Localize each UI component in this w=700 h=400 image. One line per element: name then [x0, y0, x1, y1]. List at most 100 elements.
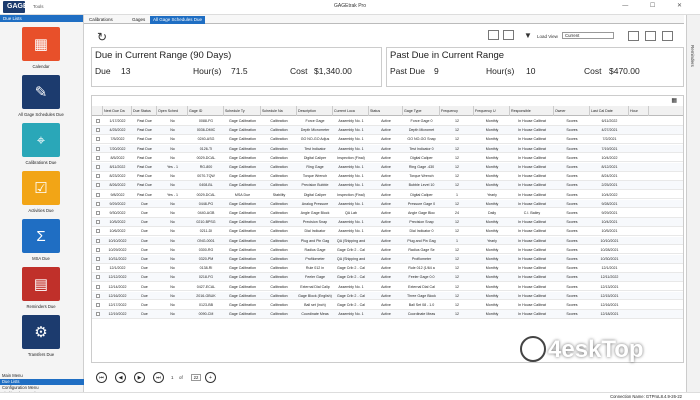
row-checkbox[interactable]: [96, 119, 100, 123]
sidebar-item-transfers-due[interactable]: ⚙ Transfers Due: [0, 313, 82, 361]
load-view-select[interactable]: Current: [562, 32, 614, 39]
column-header[interactable]: Schedule Na: [261, 106, 297, 116]
table-cell: 12: [455, 303, 459, 307]
row-checkbox[interactable]: [96, 247, 100, 252]
row-checkbox[interactable]: [96, 183, 100, 188]
sidebar-item-calibrations-due[interactable]: ⌖ Calibrations Due: [0, 121, 82, 169]
table-row[interactable]: 8/11/2022 Past Due Yes - 1 RG-800 Gage Calib…: [92, 163, 683, 172]
column-header[interactable]: Last Cal Date: [590, 106, 629, 116]
table-row[interactable]: 10/31/2022 Due No 0320-PM Gage Calibration Ca…: [92, 255, 683, 264]
table-cell: Active: [381, 238, 391, 243]
column-header[interactable]: Hour: [629, 106, 649, 116]
row-checkbox[interactable]: [96, 201, 100, 206]
column-header[interactable]: Next Due Da: [103, 106, 132, 116]
row-checkbox[interactable]: [96, 192, 100, 197]
row-checkbox[interactable]: [96, 266, 100, 271]
new-view-icon[interactable]: [645, 31, 656, 41]
column-header[interactable]: Status: [369, 106, 403, 116]
grid-view-icon[interactable]: [488, 30, 499, 40]
row-checkbox[interactable]: [96, 257, 100, 261]
table-row[interactable]: 9/30/2022 Due No 0440-AGB Gage Calibration Ca…: [92, 209, 683, 218]
table-row[interactable]: 12/1/2022 Due No 0138-RI Gage Calibration Cal…: [92, 264, 683, 273]
table-cell: 0320-PM: [198, 257, 214, 261]
table-row[interactable]: 10/6/2022 Due No 0211-DI Gage Calibration Cal…: [92, 227, 683, 236]
filter-icon[interactable]: ▼: [524, 31, 532, 40]
table-row[interactable]: 8/26/2022 Past Due No 0408-BL Gage Calibrati…: [92, 181, 683, 190]
column-header[interactable]: Frequency U: [474, 106, 510, 116]
table-cell: 12: [455, 229, 459, 234]
column-header[interactable]: Responsible: [510, 106, 554, 116]
table-row[interactable]: 7/20/2022 Past Due No 0126-TI Gage Calibrati…: [92, 144, 683, 154]
row-checkbox[interactable]: [96, 293, 100, 298]
tab-calibrations[interactable]: Calibrations: [86, 16, 116, 24]
row-checkbox[interactable]: [96, 174, 100, 179]
select-all-column[interactable]: [92, 106, 103, 116]
table-row[interactable]: 10/29/2022 Due No 0300-RG Gage Calibration Ca…: [92, 246, 683, 255]
column-header[interactable]: Gage ID: [188, 106, 224, 116]
add-record-button[interactable]: +: [205, 372, 216, 383]
sidebar-item-label: Calibrations Due: [25, 160, 57, 165]
first-page-button[interactable]: ⏮: [96, 372, 107, 383]
table-row[interactable]: 8/5/2022 Past Due No 0029-DCAL Gage Calibrat…: [92, 154, 683, 163]
table-cell: Past Due: [137, 183, 152, 188]
table-row[interactable]: 8/23/2022 Past Due No 0070-TQW Gage Calibrat…: [92, 172, 683, 181]
table-row[interactable]: 9/29/2022 Due No 0448-PG Gage Calibration Cal…: [92, 199, 683, 209]
prev-page-button[interactable]: ◀: [115, 372, 126, 383]
table-row[interactable]: 12/17/2022 Due No 0123-BB Gage Calibration Ca…: [92, 301, 683, 310]
column-chooser-icon[interactable]: ▦: [671, 97, 677, 104]
row-checkbox[interactable]: [96, 165, 100, 169]
column-header[interactable]: Current Loca: [333, 106, 369, 116]
tab-gages[interactable]: Gages: [129, 16, 148, 24]
reminders-panel[interactable]: Reminders: [686, 15, 700, 400]
column-header[interactable]: Frequency: [440, 106, 474, 116]
row-checkbox[interactable]: [96, 303, 100, 307]
sidebar-item-msa-due[interactable]: Σ MSA Due: [0, 217, 82, 265]
table-row[interactable]: 9/8/2022 Past Due Yes - 1 0029-DCAL MSA Due S…: [92, 191, 683, 200]
row-checkbox[interactable]: [96, 229, 100, 234]
table-cell: Gage Calibration: [229, 119, 256, 123]
row-checkbox[interactable]: [96, 312, 100, 317]
table-row[interactable]: 12/16/2022 Due No 2016-GBUK Gage Calibration…: [92, 291, 683, 301]
row-checkbox[interactable]: [96, 146, 100, 151]
table-cell: Scores: [566, 312, 578, 317]
page-total[interactable]: 22: [191, 374, 201, 381]
row-checkbox[interactable]: [96, 238, 100, 243]
row-checkbox[interactable]: [96, 128, 100, 133]
table-cell: 0090-CM: [198, 312, 214, 317]
row-checkbox[interactable]: [96, 284, 100, 289]
column-header[interactable]: Gage Type: [403, 106, 440, 116]
table-row[interactable]: 1/17/2022 Past Due No 0088-FG Gage Calibrati…: [92, 117, 683, 126]
tab-all-gage-schedules-due[interactable]: All Gage Schedules Due: [150, 16, 206, 24]
sidebar-item-activities-due[interactable]: ☑ Activities Due: [0, 169, 82, 217]
sidebar-item-calendar[interactable]: ▦ Calendar: [0, 25, 82, 73]
column-header[interactable]: Description: [297, 106, 333, 116]
table-row[interactable]: 10/10/2022 Due No ONG-0001 Gage Calibration C…: [92, 236, 683, 246]
column-header[interactable]: Due Status: [132, 106, 157, 116]
table-cell: Calibration: [270, 119, 288, 123]
row-checkbox[interactable]: [96, 155, 100, 160]
last-page-button[interactable]: ⏭: [153, 372, 164, 383]
row-checkbox[interactable]: [96, 220, 100, 225]
column-header[interactable]: Owner: [554, 106, 590, 116]
row-checkbox[interactable]: [96, 137, 100, 142]
sidebar-item-all-gage-schedules-due[interactable]: ✎ All Gage Schedules Due: [0, 73, 82, 121]
delete-view-icon[interactable]: [662, 31, 673, 41]
table-row[interactable]: 12/12/2022 Due No 0218-FG Gage Calibration Ca…: [92, 273, 683, 282]
row-checkbox[interactable]: [96, 275, 100, 280]
table-row[interactable]: 12/19/2022 Due No 0090-CM Gage Calibration Ca…: [92, 310, 683, 319]
save-view-icon[interactable]: [628, 31, 639, 41]
row-checkbox[interactable]: [96, 211, 100, 215]
window-controls[interactable]: — ☐ ✕: [622, 2, 692, 9]
table-row[interactable]: 7/5/2022 Past Due No 0240-ASG Gage Calibrati…: [92, 135, 683, 144]
column-header[interactable]: Open Sched: [157, 106, 188, 116]
refresh-icon[interactable]: ↻: [97, 30, 107, 44]
column-header[interactable]: Schedule Ty: [224, 106, 261, 116]
table-cell: Calibration: [270, 155, 288, 160]
table-cell: Yes - 1: [166, 192, 179, 197]
table-row[interactable]: 10/5/2022 Due No 0210-BPSG Gage Calibration C…: [92, 218, 683, 227]
table-row[interactable]: 12/14/2022 Due No 0427-ECAL Gage Calibration…: [92, 283, 683, 292]
sidebar-item-reminders-due[interactable]: ▤ Reminders Due: [0, 265, 82, 313]
next-page-button[interactable]: ▶: [134, 372, 145, 383]
table-row[interactable]: 4/25/2022 Past Due No 0036-DMIC Gage Calibra…: [92, 126, 683, 135]
table-view-icon[interactable]: [503, 30, 514, 40]
